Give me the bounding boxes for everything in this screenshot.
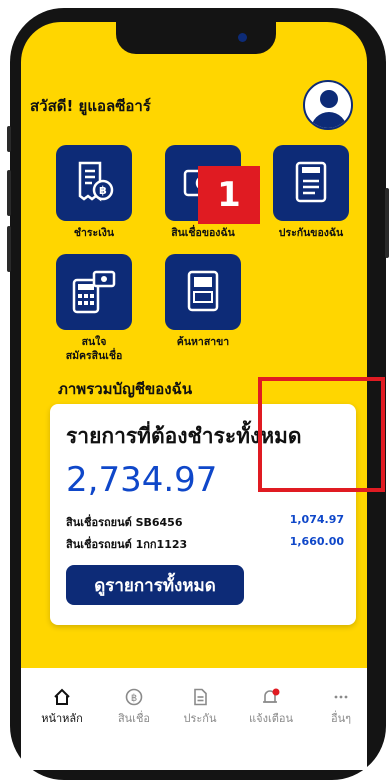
step-badge: 1 — [198, 166, 260, 224]
menu-label-my-loans: สินเชื่อของฉัน — [171, 227, 235, 239]
notch — [116, 22, 276, 54]
menu-tile-payment[interactable]: ฿ — [56, 145, 132, 221]
menu-label-my-insurance: ประกันของฉัน — [278, 227, 344, 239]
notification-dot — [272, 688, 280, 696]
branch-locator-icon — [187, 270, 219, 312]
section-title-overview: ภาพรวมบัญชีของฉัน — [58, 380, 193, 398]
nav-home-label: หน้าหลัก — [41, 712, 83, 725]
more-icon — [334, 695, 348, 699]
loan-row[interactable]: สินเชื่อรถยนต์ 1กก1123 1,660.00 — [66, 535, 344, 553]
loan-name: สินเชื่อรถยนต์ 1กก1123 — [66, 538, 188, 551]
volume-up-button — [7, 170, 11, 216]
view-all-button[interactable]: ดูรายการทั้งหมด — [66, 565, 244, 605]
menu-label-payment: ชำระเงิน — [73, 227, 115, 239]
loan-amount: 1,074.97 — [289, 513, 344, 526]
nav-loans-label: สินเชื่อ — [117, 712, 151, 725]
svg-text:฿: ฿ — [131, 693, 137, 704]
highlight-box — [258, 377, 385, 492]
menu-tile-apply-loan[interactable] — [56, 254, 132, 330]
menu-label-apply-loan-line1: สนใจ — [81, 336, 107, 348]
nav-loans[interactable]: ฿ สินเชื่อ — [104, 688, 164, 727]
total-amount: 2,734.97 — [66, 460, 218, 500]
home-icon — [54, 688, 70, 705]
document-icon — [194, 688, 207, 706]
menu-label-apply-loan-line2: สมัครสินเชื่อ — [65, 350, 123, 362]
nav-insurance[interactable]: ประกัน — [170, 688, 230, 727]
bill-payment-icon: ฿ — [78, 161, 114, 202]
volume-down-button — [7, 226, 11, 272]
menu-tile-my-insurance[interactable] — [273, 145, 349, 221]
profile-avatar-icon[interactable] — [303, 80, 353, 130]
nav-notifications[interactable]: แจ้งเตือน — [241, 688, 301, 727]
greeting-text: สวัสดี! ยูแอลซีอาร์ — [30, 97, 151, 115]
loan-row[interactable]: สินเชื่อรถยนต์ SB6456 1,074.97 — [66, 513, 344, 531]
menu-tile-find-branch[interactable] — [165, 254, 241, 330]
loan-amount: 1,660.00 — [289, 535, 344, 548]
menu-label-find-branch: ค้นหาสาขา — [176, 336, 230, 348]
svg-text:฿: ฿ — [99, 184, 107, 197]
baht-coin-icon: ฿ — [125, 688, 143, 706]
nav-notifications-label: แจ้งเตือน — [249, 712, 293, 725]
nav-more-label: อื่นๆ — [330, 712, 352, 725]
power-button — [385, 188, 389, 258]
front-camera — [238, 33, 247, 42]
mute-switch — [7, 126, 11, 152]
insurance-document-icon — [295, 161, 327, 203]
nav-more[interactable]: อื่นๆ — [311, 688, 371, 727]
bell-icon — [263, 688, 280, 703]
loan-name: สินเชื่อรถยนต์ SB6456 — [66, 516, 183, 529]
nav-insurance-label: ประกัน — [183, 712, 217, 725]
nav-home[interactable]: หน้าหลัก — [32, 688, 92, 727]
menu-label-apply-loan: สนใจ สมัครสินเชื่อ — [44, 335, 144, 363]
apply-loan-calculator-icon — [72, 270, 116, 314]
